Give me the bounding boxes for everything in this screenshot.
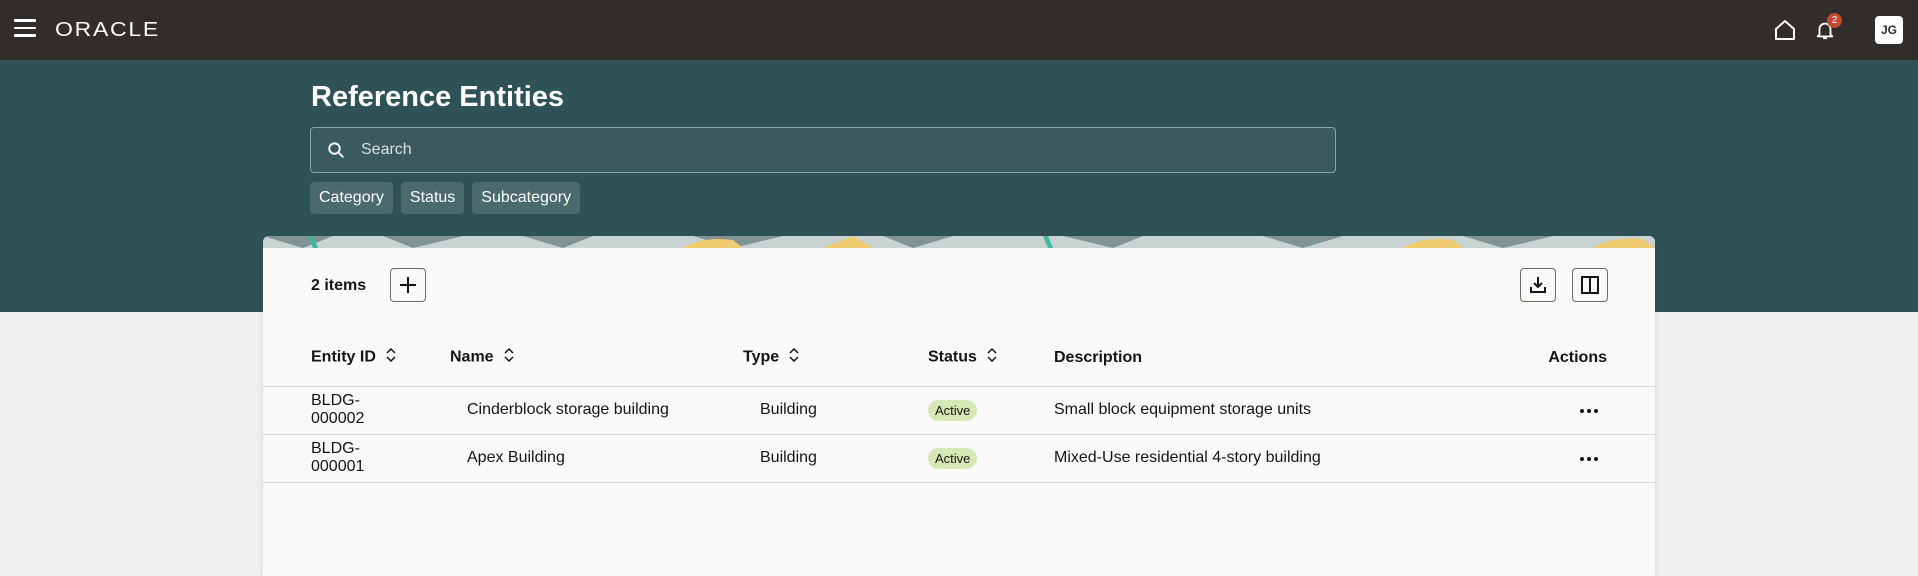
filter-status[interactable]: Status: [400, 182, 465, 214]
table-row[interactable]: BLDG-000002 Cinderblock storage building…: [263, 386, 1655, 435]
column-header-entity-id[interactable]: Entity ID: [263, 322, 399, 387]
decorative-band: [263, 236, 1655, 248]
table-row[interactable]: BLDG-000001 Apex Building Building Activ…: [263, 434, 1655, 483]
sort-icon[interactable]: [987, 348, 997, 367]
cell-description: Mixed-Use residential 4-story building: [1004, 434, 1472, 483]
notification-badge: 2: [1827, 13, 1842, 28]
search-icon: [328, 142, 344, 158]
search-box[interactable]: [310, 127, 1336, 173]
add-button[interactable]: [390, 268, 426, 302]
top-bar: ORACLE 2 JG: [0, 0, 1918, 60]
page-title: Reference Entities: [311, 81, 565, 113]
entities-table: Entity ID Name Type Status Description A…: [263, 322, 1655, 483]
sort-icon[interactable]: [386, 348, 396, 367]
column-header-actions: Actions: [1472, 322, 1655, 387]
notifications-button[interactable]: 2: [1811, 13, 1842, 44]
sort-icon[interactable]: [504, 348, 514, 367]
table-header-row: Entity ID Name Type Status Description A…: [263, 322, 1655, 387]
columns-button[interactable]: [1572, 268, 1608, 302]
item-count: 2 items: [311, 277, 367, 294]
avatar[interactable]: JG: [1875, 16, 1903, 44]
search-input[interactable]: [361, 141, 1311, 159]
status-badge: Active: [928, 447, 978, 469]
download-icon: [1530, 277, 1546, 293]
cell-type: Building: [696, 386, 878, 435]
cell-name: Apex Building: [399, 434, 696, 483]
cell-entity-id: BLDG-000001: [263, 434, 399, 483]
column-header-status[interactable]: Status: [878, 322, 1004, 387]
cell-entity-id: BLDG-000002: [263, 386, 399, 435]
oracle-logo[interactable]: ORACLE: [55, 19, 160, 42]
home-icon[interactable]: [1771, 16, 1799, 44]
filter-category[interactable]: Category: [310, 182, 393, 214]
columns-icon: [1581, 276, 1599, 294]
filter-chips: Category Status Subcategory: [310, 182, 581, 214]
results-panel: 2 items Entity ID Name Type Status Descr…: [263, 236, 1655, 576]
plus-icon: [400, 277, 416, 293]
cell-description: Small block equipment storage units: [1004, 386, 1472, 435]
column-header-name[interactable]: Name: [399, 322, 696, 387]
more-icon[interactable]: [1579, 401, 1599, 419]
sort-icon[interactable]: [789, 348, 799, 367]
cell-name: Cinderblock storage building: [399, 386, 696, 435]
column-header-type[interactable]: Type: [696, 322, 878, 387]
menu-icon[interactable]: [14, 19, 38, 41]
column-header-description: Description: [1004, 322, 1472, 387]
cell-type: Building: [696, 434, 878, 483]
more-icon[interactable]: [1579, 449, 1599, 467]
download-button[interactable]: [1520, 268, 1556, 302]
status-badge: Active: [928, 399, 978, 421]
filter-subcategory[interactable]: Subcategory: [472, 182, 581, 214]
